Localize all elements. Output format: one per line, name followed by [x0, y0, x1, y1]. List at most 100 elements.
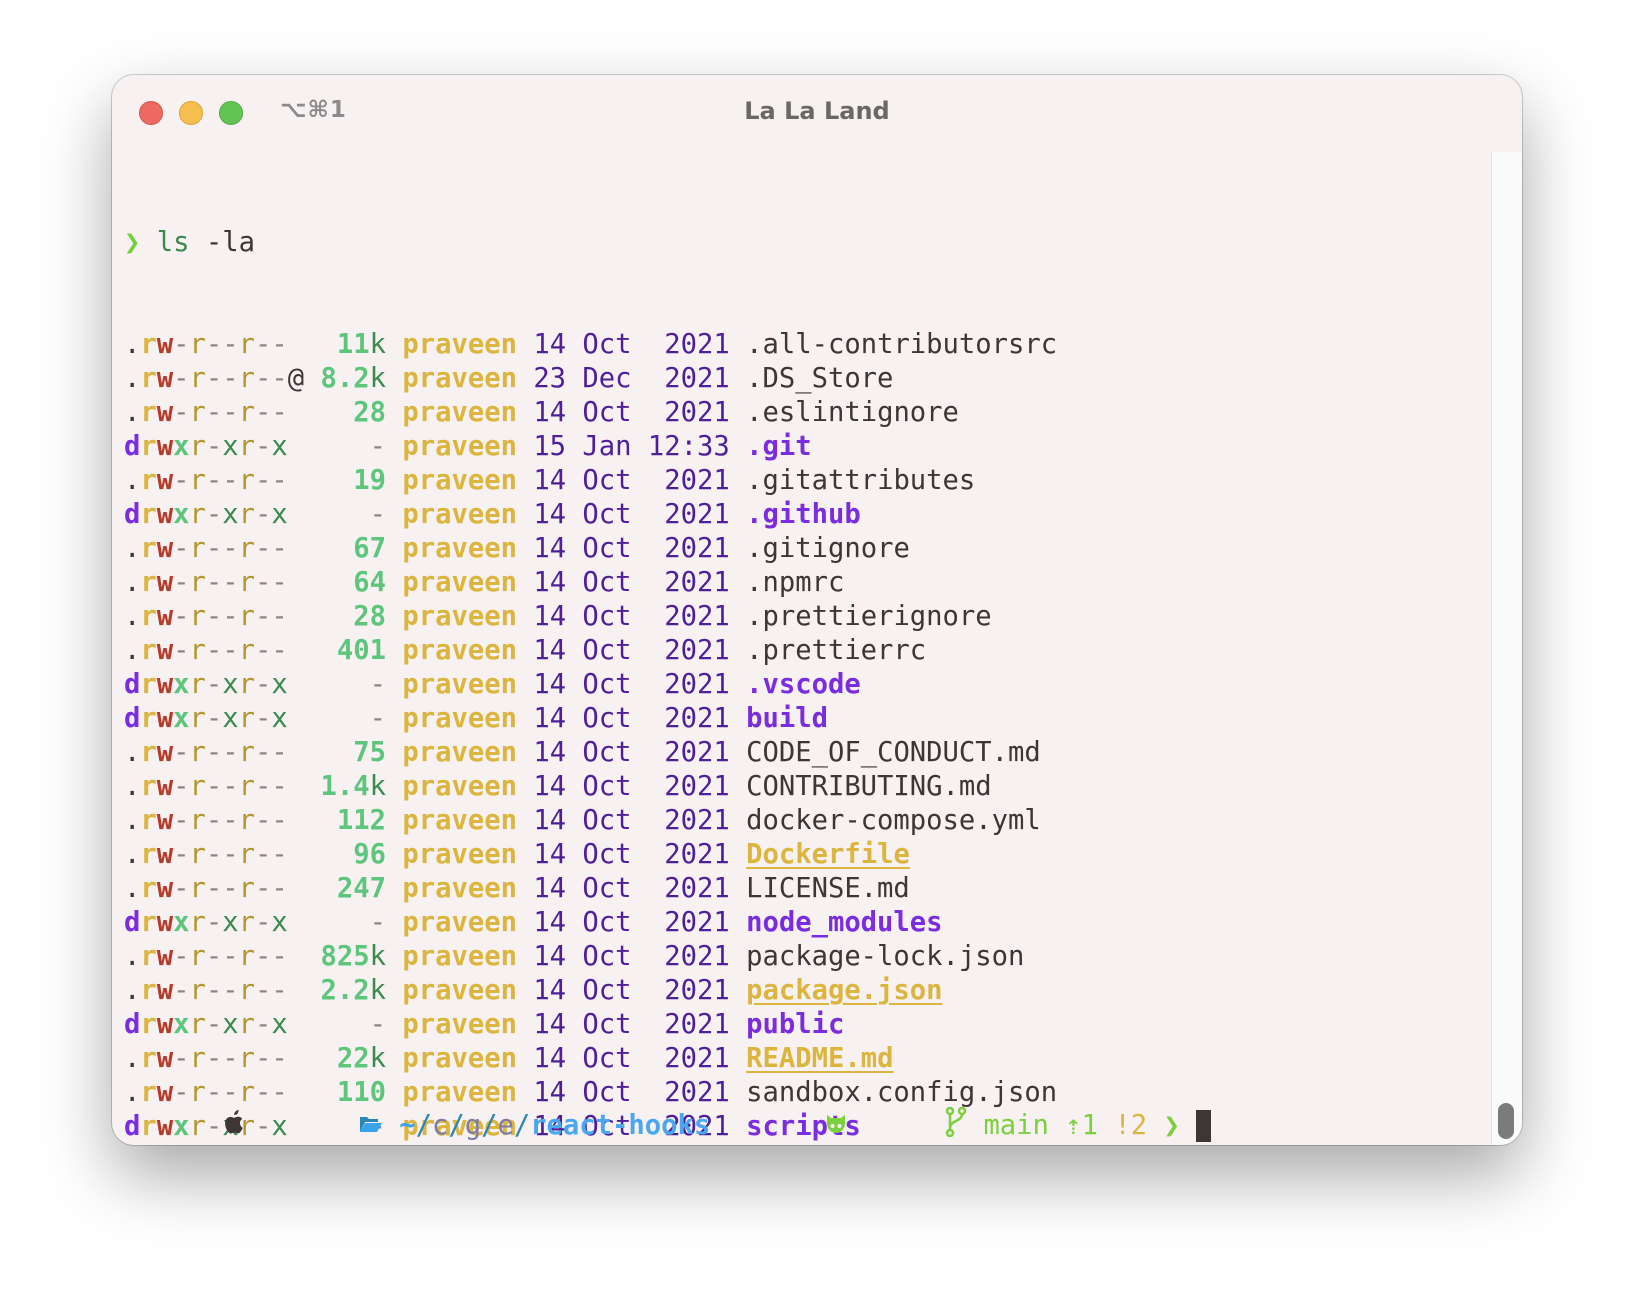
xattr-flag — [288, 601, 304, 632]
xattr-flag — [288, 975, 304, 1006]
file-name: LICENSE.md — [746, 873, 910, 904]
listing-row: .rw-r--r-- 28 praveen 14 Oct 2021 .prett… — [124, 600, 1057, 634]
xattr-flag — [288, 941, 304, 972]
permissions: .rw-r--r-- — [124, 737, 288, 768]
file-size: 825k — [320, 941, 386, 972]
file-name: package.json — [746, 975, 943, 1006]
file-owner: praveen — [402, 1077, 517, 1108]
listing-row: .rw-r--r-- 247 praveen 14 Oct 2021 LICEN… — [124, 872, 1057, 906]
git-branch-name: main — [983, 1110, 1049, 1141]
git-branch-icon — [847, 1073, 967, 1146]
file-size: 8.2k — [320, 363, 386, 394]
xattr-flag — [288, 329, 304, 360]
permissions: drwxr-xr-x — [124, 669, 288, 700]
file-name: .DS_Store — [746, 363, 894, 394]
file-size: 96 — [353, 839, 386, 870]
permissions: drwxr-xr-x — [124, 1009, 288, 1040]
file-date: 14 Oct 2021 — [533, 1043, 730, 1074]
file-date: 14 Oct 2021 — [533, 601, 730, 632]
listing-row: .rw-r--r-- 96 praveen 14 Oct 2021 Docker… — [124, 838, 1057, 872]
listing-row: .rw-r--r-- 825k praveen 14 Oct 2021 pack… — [124, 940, 1057, 974]
permissions: .rw-r--r-- — [124, 941, 288, 972]
file-name: CODE_OF_CONDUCT.md — [746, 737, 1041, 768]
xattr-flag — [288, 669, 304, 700]
listing-row: .rw-r--r-- 67 praveen 14 Oct 2021 .gitig… — [124, 532, 1057, 566]
terminal-output[interactable]: ❯ ls -la .rw-r--r-- 11k praveen 14 Oct 2… — [124, 158, 1057, 1145]
xattr-flag — [288, 737, 304, 768]
file-owner: praveen — [402, 465, 517, 496]
file-owner: praveen — [402, 975, 517, 1006]
xattr-flag — [288, 1043, 304, 1074]
file-name: .gitattributes — [746, 465, 976, 496]
file-name: .prettierignore — [746, 601, 992, 632]
permissions: .rw-r--r-- — [124, 533, 288, 564]
file-owner: praveen — [402, 771, 517, 802]
shell-prompt[interactable]: ~ / c / g / e / react-hooks main ⇡1 !2 ❯ — [124, 1106, 1212, 1143]
file-size: 19 — [353, 465, 386, 496]
listing-row: .rw-r--r-- 11k praveen 14 Oct 2021 .all-… — [124, 328, 1057, 362]
listing-row: .rw-r--r-- 28 praveen 14 Oct 2021 .eslin… — [124, 396, 1057, 430]
permissions: .rw-r--r-- — [124, 839, 288, 870]
prompt-chevron-icon: ❯ — [1163, 1110, 1180, 1141]
file-size: - — [369, 1009, 386, 1040]
file-owner: praveen — [402, 329, 517, 360]
git-dirty-count: !2 — [1114, 1110, 1148, 1141]
apple-icon — [124, 1075, 244, 1146]
listing-row: .rw-r--r-- 19 praveen 14 Oct 2021 .gitat… — [124, 464, 1057, 498]
file-date: 14 Oct 2021 — [533, 1009, 730, 1040]
file-date: 14 Oct 2021 — [533, 465, 730, 496]
permissions: .rw-r--r-- — [124, 1043, 288, 1074]
file-owner: praveen — [402, 499, 517, 530]
current-directory: react-hooks — [530, 1110, 711, 1141]
xattr-flag — [288, 499, 304, 530]
terminal-window: ⌥⌘1 La La Land ❯ ls -la .rw-r--r-- 11k p… — [112, 75, 1522, 1145]
git-ahead-count: ⇡1 — [1065, 1110, 1099, 1141]
file-size: - — [369, 703, 386, 734]
xattr-flag — [288, 771, 304, 802]
file-owner: praveen — [402, 567, 517, 598]
file-date: 15 Jan 12:33 — [533, 431, 730, 462]
file-name: .prettierrc — [746, 635, 927, 666]
xattr-flag — [288, 567, 304, 598]
permissions: .rw-r--r-- — [124, 465, 288, 496]
file-owner: praveen — [402, 363, 517, 394]
xattr-flag — [288, 1009, 304, 1040]
listing-row: drwxr-xr-x - praveen 14 Oct 2021 build — [124, 702, 1057, 736]
text-cursor[interactable] — [1196, 1110, 1212, 1142]
listing-row: .rw-r--r-- 112 praveen 14 Oct 2021 docke… — [124, 804, 1057, 838]
file-owner: praveen — [402, 431, 517, 462]
file-size: 64 — [353, 567, 386, 598]
xattr-flag — [288, 397, 304, 428]
scrollbar-thumb[interactable] — [1498, 1103, 1514, 1139]
permissions: .rw-r--r-- — [124, 363, 288, 394]
file-date: 14 Oct 2021 — [533, 669, 730, 700]
listing-row: .rw-r--r--@ 8.2k praveen 23 Dec 2021 .DS… — [124, 362, 1057, 396]
file-name: CONTRIBUTING.md — [746, 771, 992, 802]
listing-row: .rw-r--r-- 1.4k praveen 14 Oct 2021 CONT… — [124, 770, 1057, 804]
file-date: 14 Oct 2021 — [533, 839, 730, 870]
xattr-flag — [288, 703, 304, 734]
file-date: 14 Oct 2021 — [533, 873, 730, 904]
file-date: 14 Oct 2021 — [533, 567, 730, 598]
file-date: 14 Oct 2021 — [533, 703, 730, 734]
file-owner: praveen — [402, 1009, 517, 1040]
listing-row: drwxr-xr-x - praveen 14 Oct 2021 .vscode — [124, 668, 1057, 702]
file-size: 28 — [353, 397, 386, 428]
file-size: 112 — [336, 805, 386, 836]
directory-name: build — [746, 703, 828, 734]
file-owner: praveen — [402, 737, 517, 768]
permissions: drwxr-xr-x — [124, 703, 288, 734]
scrollbar[interactable] — [1491, 152, 1522, 1145]
window-title: La La Land — [744, 97, 890, 125]
listing-row: .rw-r--r-- 22k praveen 14 Oct 2021 READM… — [124, 1042, 1057, 1076]
xattr-flag — [288, 839, 304, 870]
xattr-flag — [288, 873, 304, 904]
xattr-flag — [288, 805, 304, 836]
file-date: 14 Oct 2021 — [533, 771, 730, 802]
file-size: 22k — [336, 1043, 386, 1074]
permissions: drwxr-xr-x — [124, 499, 288, 530]
path-part: e — [497, 1110, 514, 1141]
file-size: 401 — [336, 635, 386, 666]
file-owner: praveen — [402, 635, 517, 666]
listing-row: .rw-r--r-- 64 praveen 14 Oct 2021 .npmrc — [124, 566, 1057, 600]
